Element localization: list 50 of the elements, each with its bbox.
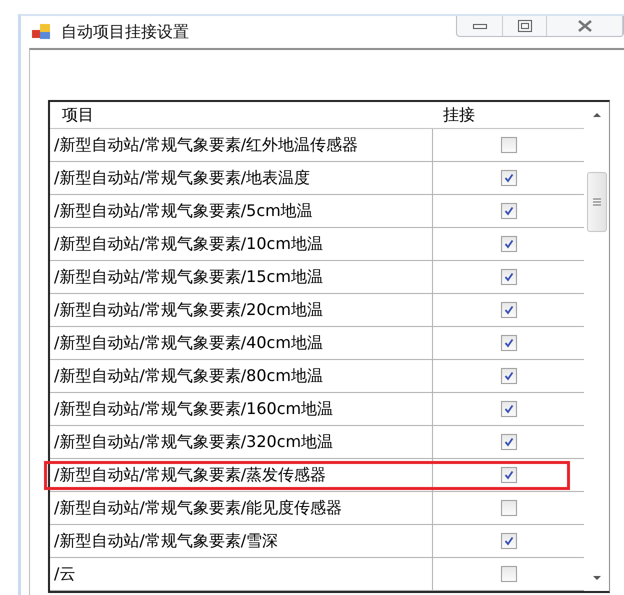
table-cell: /新型自动站/常规气象要素/160cm地温	[50, 393, 433, 425]
table-cell: /新型自动站/常规气象要素/20cm地温	[50, 294, 433, 326]
table-cell: /新型自动站/常规气象要素/10cm地温	[50, 228, 433, 260]
checkbox[interactable]	[500, 566, 516, 582]
window-title: 自动项目挂接设置	[61, 22, 190, 42]
checkbox[interactable]	[500, 500, 516, 516]
table-cell: /新型自动站/常规气象要素/15cm地温	[50, 261, 433, 293]
scroll-up-icon[interactable]	[592, 112, 602, 118]
check-icon	[504, 305, 514, 315]
scroll-thumb[interactable]	[586, 172, 606, 232]
checkbox[interactable]	[500, 236, 516, 252]
checkbox[interactable]	[500, 170, 516, 186]
check-icon	[504, 470, 514, 480]
checkbox[interactable]	[500, 302, 516, 318]
grip-icon	[592, 198, 600, 206]
close-icon	[578, 20, 592, 32]
check-icon	[504, 536, 514, 546]
check-icon	[504, 338, 514, 348]
app-icon	[31, 24, 51, 40]
checkbox[interactable]	[500, 401, 516, 417]
table-cell: /新型自动站/常规气象要素/5cm地温	[50, 195, 433, 227]
check-icon	[504, 371, 514, 381]
checkbox[interactable]	[500, 434, 516, 450]
maximize-icon	[518, 20, 532, 32]
checkbox[interactable]	[500, 269, 516, 285]
minimize-icon	[472, 22, 486, 30]
table-cell: /新型自动站/常规气象要素/地表温度	[50, 162, 433, 194]
check-icon	[504, 206, 514, 216]
check-icon	[504, 173, 514, 183]
checkbox[interactable]	[500, 368, 516, 384]
check-icon	[504, 272, 514, 282]
checkbox[interactable]	[500, 467, 516, 483]
check-icon	[504, 437, 514, 447]
table-cell: /新型自动站/常规气象要素/80cm地温	[50, 360, 433, 392]
check-icon	[504, 404, 514, 414]
column-header[interactable]: 项目	[50, 102, 433, 128]
checkbox[interactable]	[500, 533, 516, 549]
column-header[interactable]: 挂接	[433, 102, 584, 128]
table-cell: /新型自动站/常规气象要素/红外地温传感器	[50, 129, 433, 161]
scroll-down-icon[interactable]	[592, 575, 602, 581]
checkbox[interactable]	[500, 137, 516, 153]
table-cell: /新型自动站/常规气象要素/能见度传感器	[50, 492, 433, 524]
table-cell: /新型自动站/常规气象要素/蒸发传感器	[50, 459, 433, 491]
check-icon	[504, 239, 514, 249]
checkbox[interactable]	[500, 203, 516, 219]
checkbox[interactable]	[500, 335, 516, 351]
table-cell: /新型自动站/常规气象要素/40cm地温	[50, 327, 433, 359]
table-cell: /新型自动站/常规气象要素/雪深	[50, 525, 433, 557]
table-cell: /新型自动站/常规气象要素/320cm地温	[50, 426, 433, 458]
table-cell: /云	[50, 558, 433, 590]
